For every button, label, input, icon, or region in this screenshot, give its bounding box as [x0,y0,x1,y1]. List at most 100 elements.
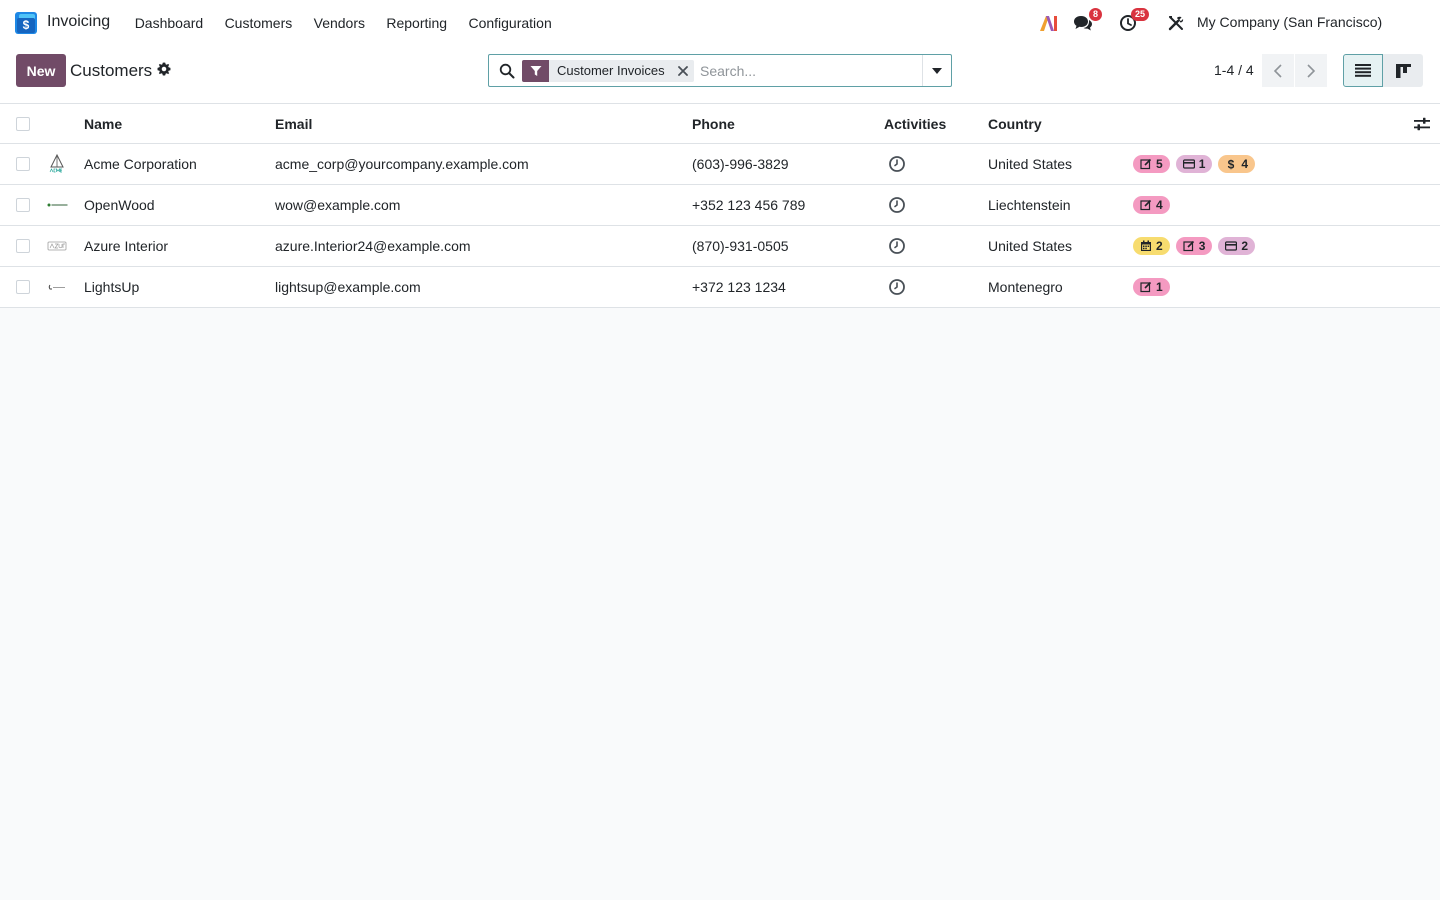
documents-cell: 4 [1133,185,1170,225]
row-checkbox[interactable] [16,280,30,294]
chevron-left-icon [1273,63,1282,78]
pager-previous-button[interactable] [1262,54,1294,87]
new-button[interactable]: New [16,54,66,87]
customer-country[interactable]: Montenegro [988,267,1063,307]
company-switcher[interactable]: My Company (San Francisco) [1197,14,1382,30]
events-tag[interactable]: 2 [1133,237,1170,255]
row-select-cell [16,185,30,225]
customer-email[interactable]: lightsup@example.com [275,267,421,307]
customer-country[interactable]: United States [988,226,1072,266]
pencil-square-icon [1140,158,1152,170]
customer-phone[interactable]: +352 123 456 789 [692,185,805,225]
customer-phone[interactable]: (870)-931-0505 [692,226,789,266]
customers-list: Name Email Phone Activities Country Acme… [0,104,1440,308]
customer-name[interactable]: OpenWood [84,185,155,225]
table-row[interactable]: Acme Corporation acme_corp@yourcompany.e… [0,144,1440,185]
search-options-toggle[interactable] [922,55,951,86]
menu-item-dashboard[interactable]: Dashboard [124,0,214,46]
openwood-logo [46,194,68,216]
invoices-tag[interactable]: 3 [1175,237,1213,255]
invoices-tag[interactable]: 5 [1133,155,1170,173]
row-select-cell [16,144,30,184]
pager-value[interactable]: 1-4 / 4 [1214,62,1254,78]
clock-icon[interactable] [888,155,906,173]
menu-item-reporting[interactable]: Reporting [376,0,458,46]
control-panel: New Customers Customer Invoices Search..… [0,46,1440,104]
messages-button[interactable]: 8 [1072,8,1103,34]
search-icon[interactable] [499,63,515,79]
select-all-checkbox[interactable] [16,116,30,131]
dollar-icon: $ [1228,158,1235,170]
tag-count: 5 [1156,157,1163,171]
amounts-tag[interactable]: $ 4 [1218,155,1256,173]
app-name[interactable]: Invoicing [47,13,110,31]
invoices-tag[interactable]: 4 [1133,196,1170,214]
pencil-square-icon [1140,281,1152,293]
customer-phone[interactable]: (603)-996-3829 [692,144,789,184]
avatar-cell [46,144,68,184]
payments-tag[interactable]: 2 [1218,237,1256,255]
payments-tag[interactable]: 1 [1175,155,1213,173]
customer-country[interactable]: Liechtenstein [988,185,1071,225]
table-header: Name Email Phone Activities Country [0,104,1440,144]
gear-icon[interactable] [157,62,171,76]
column-header-country[interactable]: Country [988,104,1042,143]
facet-remove-button[interactable] [672,60,694,82]
search-input[interactable] [700,61,910,81]
invoicing-app-icon[interactable]: $ [15,12,37,34]
select-all-cell [16,104,30,143]
menu-item-vendors[interactable]: Vendors [303,0,376,46]
clock-icon[interactable] [888,237,906,255]
customer-email[interactable]: wow@example.com [275,185,400,225]
column-header-email[interactable]: Email [275,104,312,143]
row-checkbox[interactable] [16,239,30,253]
azure-logo [46,235,68,257]
customer-email[interactable]: azure.Interior24@example.com [275,226,471,266]
activities-button[interactable]: 25 [1117,8,1150,34]
filter-icon [522,60,549,82]
table-row[interactable]: OpenWood wow@example.com +352 123 456 78… [0,185,1440,226]
table-row[interactable]: Azure Interior azure.Interior24@example.… [0,226,1440,267]
svg-text:$: $ [1228,158,1235,170]
ai-icon[interactable] [1038,12,1060,34]
page-title[interactable]: Customers [70,61,152,81]
credit-card-icon [1225,241,1238,251]
column-header-name[interactable]: Name [84,104,122,143]
close-icon [677,66,688,76]
activity-cell [888,226,906,266]
clock-icon[interactable] [888,278,906,296]
customer-name[interactable]: LightsUp [84,267,139,307]
list-view-button[interactable] [1343,54,1383,87]
customer-name[interactable]: Azure Interior [84,226,168,266]
caret-down-icon [932,67,942,74]
clock-icon[interactable] [888,196,906,214]
tag-count: 3 [1198,239,1206,253]
optional-columns-button[interactable] [1414,104,1430,143]
row-checkbox[interactable] [16,198,30,212]
top-navbar: $ Invoicing Dashboard Customers Vendors … [0,0,1440,46]
activities-count-badge: 25 [1131,8,1150,21]
customer-country[interactable]: United States [988,144,1072,184]
menu-item-configuration[interactable]: Configuration [458,0,563,46]
invoices-tag[interactable]: 1 [1133,278,1170,296]
debug-tools-button[interactable] [1165,12,1187,34]
messages-count-badge: 8 [1089,8,1103,21]
sliders-icon [1414,117,1430,130]
customer-email[interactable]: acme_corp@yourcompany.example.com [275,144,529,184]
table-row[interactable]: LightsUp lightsup@example.com +372 123 1… [0,267,1440,308]
column-header-activities[interactable]: Activities [884,104,946,143]
list-icon [1355,64,1371,77]
kanban-view-button[interactable] [1383,54,1423,87]
row-checkbox[interactable] [16,157,30,171]
customer-phone[interactable]: +372 123 1234 [692,267,786,307]
activity-cell [888,267,906,307]
pager-next-button[interactable] [1295,54,1327,87]
row-select-cell [16,226,30,266]
menu-item-customers[interactable]: Customers [214,0,303,46]
tag-count: 1 [1156,280,1163,294]
pencil-square-icon [1140,199,1152,211]
column-header-phone[interactable]: Phone [692,104,735,143]
customer-name[interactable]: Acme Corporation [84,144,197,184]
acme-logo [46,153,68,175]
documents-cell: 5 1 $ 4 [1133,144,1256,184]
